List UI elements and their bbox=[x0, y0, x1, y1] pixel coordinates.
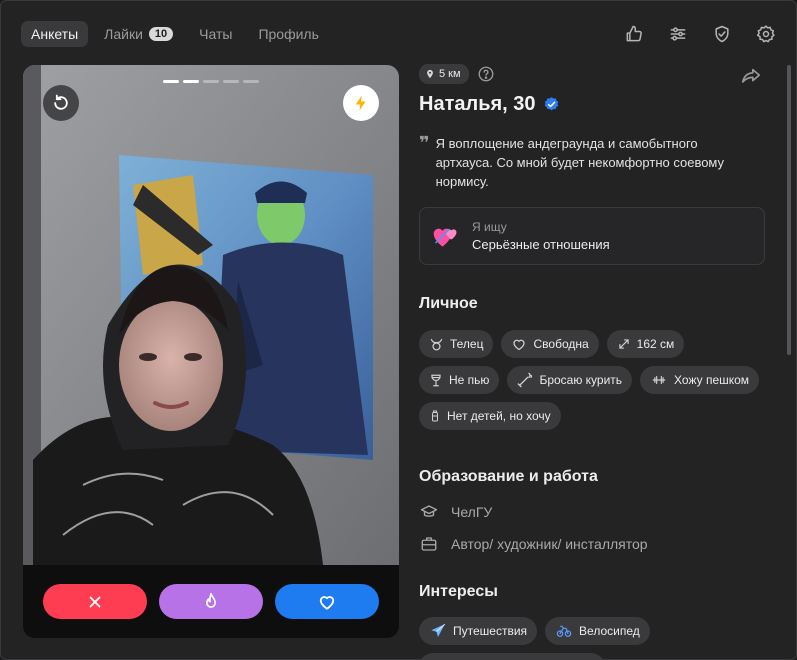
photo-pagination bbox=[163, 80, 259, 83]
rewind-button[interactable] bbox=[43, 85, 79, 121]
superlike-button[interactable] bbox=[159, 584, 263, 619]
chip-children: Нет детей, но хочу bbox=[419, 402, 561, 430]
tab-profiles-label: Анкеты bbox=[31, 26, 79, 42]
tab-likes[interactable]: Лайки 10 bbox=[94, 21, 183, 47]
scrollbar[interactable] bbox=[787, 65, 791, 355]
bicycle-icon bbox=[556, 625, 572, 637]
education-job: Автор/ художник/ инсталлятор bbox=[451, 536, 648, 552]
profile-info: 5 км Наталья, 30 ❞ Я воплощение андеграу… bbox=[419, 63, 769, 659]
looking-for-card: Я ищу Серьёзные отношения bbox=[419, 207, 765, 265]
chip-interest-bike: Велосипед bbox=[545, 617, 650, 645]
top-nav: Анкеты Лайки 10 Чаты Профиль bbox=[21, 21, 329, 47]
heart-icon bbox=[319, 595, 335, 610]
lightning-icon bbox=[355, 95, 366, 111]
education-job-row: Автор/ художник/ инсталлятор bbox=[419, 533, 769, 555]
chip-relationship-label: Свободна bbox=[533, 337, 589, 351]
cigarette-icon bbox=[518, 372, 533, 388]
chip-zodiac: Телец bbox=[419, 330, 494, 358]
education-school: ЧелГУ bbox=[451, 504, 493, 520]
chip-smoking: Бросаю курить bbox=[507, 366, 633, 394]
looking-for-text: Я ищу Серьёзные отношения bbox=[472, 220, 610, 252]
heart-outline-icon bbox=[513, 339, 526, 350]
tab-profile-label: Профиль bbox=[258, 26, 319, 42]
profile-photo[interactable] bbox=[23, 65, 399, 565]
chip-interest-travel-label: Путешествия bbox=[453, 624, 528, 638]
dumbbell-icon bbox=[652, 375, 666, 385]
education-school-row: ЧелГУ bbox=[419, 501, 769, 523]
height-icon bbox=[618, 339, 629, 349]
chip-interest-travel: Путешествия bbox=[419, 617, 538, 645]
bio-text: Я воплощение андеграунда и самобытного а… bbox=[435, 136, 725, 189]
baby-bottle-icon bbox=[432, 410, 438, 422]
two-hearts-icon bbox=[433, 228, 457, 247]
personal-chips: Телец Свободна 162 см Не пью Бросаю кури… bbox=[419, 330, 769, 430]
dislike-button[interactable] bbox=[43, 584, 147, 619]
name-row: Наталья, 30 bbox=[419, 93, 769, 116]
education-section-title: Образование и работа bbox=[419, 468, 598, 485]
likes-count-badge: 10 bbox=[148, 27, 174, 41]
chip-sport-label: Хожу пешком bbox=[674, 373, 750, 387]
photo-dot[interactable] bbox=[183, 80, 199, 83]
chip-height: 162 см bbox=[606, 330, 685, 358]
profile-bio: ❞ Я воплощение андеграунда и самобытного… bbox=[419, 134, 749, 191]
profile-photo-card[interactable] bbox=[23, 65, 399, 638]
photo-dot[interactable] bbox=[163, 80, 179, 83]
taurus-icon bbox=[430, 338, 443, 350]
shield-check-icon[interactable] bbox=[710, 22, 734, 46]
graduation-cap-icon bbox=[420, 505, 438, 517]
location-pin-icon bbox=[427, 69, 433, 79]
chip-interest-bike-label: Велосипед bbox=[579, 624, 640, 638]
close-icon bbox=[89, 596, 101, 607]
tab-profile[interactable]: Профиль bbox=[248, 21, 328, 47]
distance-badge: 5 км bbox=[419, 64, 469, 84]
swipe-actions bbox=[43, 584, 379, 619]
quote-icon: ❞ bbox=[419, 133, 430, 153]
chip-interest-partial bbox=[419, 653, 605, 659]
chip-smoking-label: Бросаю курить bbox=[539, 373, 623, 387]
briefcase-icon bbox=[421, 537, 437, 551]
looking-for-value: Серьёзные отношения bbox=[472, 237, 610, 252]
photo-dot[interactable] bbox=[243, 80, 259, 83]
app-window: Анкеты Лайки 10 Чаты Профиль 5 км Наталь… bbox=[0, 0, 797, 660]
chip-sport: Хожу пешком bbox=[640, 366, 760, 394]
distance-text: 5 км bbox=[439, 68, 461, 80]
distance-row: 5 км bbox=[419, 63, 769, 85]
looking-for-label: Я ищу bbox=[472, 220, 507, 234]
share-icon[interactable] bbox=[739, 65, 763, 87]
rewind-icon bbox=[54, 94, 68, 110]
chip-zodiac-label: Телец bbox=[450, 337, 484, 351]
top-actions bbox=[622, 22, 778, 46]
tab-chats[interactable]: Чаты bbox=[189, 21, 242, 47]
interest-chips: Путешествия Велосипед bbox=[419, 617, 769, 645]
flame-icon bbox=[206, 592, 216, 608]
photo-dot[interactable] bbox=[203, 80, 219, 83]
help-icon[interactable] bbox=[477, 65, 495, 83]
chip-relationship: Свободна bbox=[501, 330, 599, 358]
filters-icon[interactable] bbox=[666, 22, 690, 46]
tab-likes-label: Лайки bbox=[104, 26, 143, 42]
thumbs-up-icon[interactable] bbox=[622, 22, 646, 46]
boost-button[interactable] bbox=[343, 85, 379, 121]
interests-section-title: Интересы bbox=[419, 583, 498, 600]
chip-children-label: Нет детей, но хочу bbox=[447, 409, 551, 423]
chip-height-label: 162 см bbox=[636, 337, 675, 351]
verified-badge-icon bbox=[544, 97, 558, 111]
personal-section-title: Личное bbox=[419, 295, 478, 312]
tab-chats-label: Чаты bbox=[199, 26, 233, 42]
photo-dot[interactable] bbox=[223, 80, 239, 83]
airplane-icon bbox=[431, 623, 446, 637]
settings-gear-icon[interactable] bbox=[754, 22, 778, 46]
tab-profiles[interactable]: Анкеты bbox=[21, 21, 89, 47]
chip-drinking-label: Не пью bbox=[449, 373, 490, 387]
profile-name: Наталья, 30 bbox=[419, 93, 536, 115]
wine-glass-icon bbox=[431, 374, 441, 386]
chip-drinking: Не пью bbox=[419, 366, 500, 394]
like-button[interactable] bbox=[275, 584, 379, 619]
